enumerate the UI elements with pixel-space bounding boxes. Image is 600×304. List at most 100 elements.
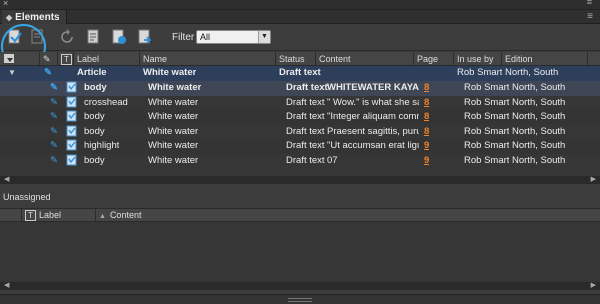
row-status: Draft text	[286, 96, 325, 108]
collapse-diamond-icon: ◆	[6, 12, 13, 22]
tab-elements[interactable]: ◆ Elements	[2, 10, 67, 24]
horizontal-scrollbar[interactable]: ◀ ▶	[0, 176, 600, 184]
toolbar: Filter : All ▼	[0, 24, 600, 69]
article-name: White water	[143, 67, 197, 78]
row-page-link[interactable]: 9	[424, 154, 429, 169]
refresh-icon[interactable]	[58, 28, 76, 46]
row-status: Draft text	[286, 82, 328, 93]
column-content[interactable]: Content	[316, 52, 414, 66]
pencil-icon[interactable]: ✎	[44, 66, 52, 81]
unassigned-list	[0, 222, 600, 282]
row-in-use-by: Rob Smart	[464, 82, 510, 93]
close-icon[interactable]: ×	[3, 0, 8, 8]
row-label: crosshead	[84, 96, 128, 108]
row-page-link[interactable]: 9	[424, 139, 429, 154]
detach-content-icon[interactable]	[28, 28, 46, 46]
unassigned-header-row: T Label ▲ Content	[0, 208, 600, 223]
document-list-icon[interactable]	[84, 28, 102, 46]
row-label: body	[84, 111, 105, 122]
table-row[interactable]: ✎ body White water Draft text Praesent s…	[0, 125, 600, 140]
row-status: Draft text	[286, 140, 325, 151]
pencil-icon[interactable]: ✎	[50, 125, 58, 140]
table-row[interactable]: ✎ body White water Draft text 07 9 Rob S…	[0, 154, 600, 169]
article-in-use-by: Rob Smart	[457, 67, 503, 78]
pencil-icon[interactable]: ✎	[50, 96, 58, 111]
row-edition: North, South	[512, 154, 566, 166]
filter-value: All	[200, 32, 211, 42]
article-row[interactable]: ▼ ✎ Article White water Draft text Rob S…	[0, 66, 600, 81]
row-page-link[interactable]: 8	[424, 125, 429, 140]
pencil-icon[interactable]: ✎	[50, 81, 58, 96]
expand-triangle-icon[interactable]: ▼	[8, 66, 16, 81]
row-content: "Ut accumsan erat ligul...	[327, 140, 419, 151]
filter-select[interactable]: All ▼	[196, 30, 271, 44]
row-content: "Integer aliquam comm...	[327, 111, 419, 122]
row-status: Draft text	[286, 154, 325, 166]
row-in-use-by: Rob Smart	[464, 111, 510, 122]
row-label: body	[84, 82, 107, 93]
row-edition: North, South	[512, 125, 566, 137]
panel-options-icon[interactable]: ≡	[587, 11, 593, 22]
type-column-icon[interactable]: T	[58, 52, 74, 66]
row-page-link[interactable]: 8	[424, 110, 429, 125]
table-row[interactable]: ✎ body White water Draft text "Integer a…	[0, 110, 600, 125]
column-page[interactable]: Page	[414, 52, 454, 66]
row-label: body	[84, 125, 105, 137]
row-content: WHITEWATER KAYAKING	[327, 82, 419, 93]
panel-titlebar: × ≡	[0, 0, 600, 10]
scroll-left-arrow-icon[interactable]: ◀	[4, 281, 9, 289]
row-status: Draft text	[286, 125, 325, 137]
column-name[interactable]: Name	[140, 52, 276, 66]
table-row[interactable]: ✎ crosshead White water Draft text " Wow…	[0, 96, 600, 111]
pencil-icon[interactable]: ✎	[50, 154, 58, 169]
row-page-link[interactable]: 8	[424, 81, 429, 96]
row-edition: North, South	[512, 96, 566, 108]
pencil-icon[interactable]: ✎	[50, 139, 58, 154]
check-out-icon[interactable]	[136, 28, 154, 46]
article-edition: North, South	[505, 67, 559, 78]
pencil-icon[interactable]: ✎	[50, 110, 58, 125]
row-name: White water	[148, 154, 199, 166]
text-frame-icon	[66, 154, 78, 172]
panel-footer	[0, 294, 600, 304]
scroll-right-arrow-icon[interactable]: ▶	[591, 175, 596, 183]
chevron-down-icon: ▼	[258, 31, 270, 43]
column-header-spacer	[0, 209, 22, 223]
unassigned-column-content[interactable]: ▲ Content	[96, 209, 596, 223]
type-column-icon[interactable]: T	[22, 209, 36, 223]
check-in-icon[interactable]	[110, 28, 128, 46]
row-name: White water	[148, 140, 199, 151]
tab-elements-label: Elements	[15, 11, 60, 23]
row-edition: North, South	[512, 82, 566, 93]
row-page-link[interactable]: 8	[424, 96, 429, 111]
column-label[interactable]: Label	[74, 52, 140, 66]
row-status: Draft text	[286, 111, 325, 122]
row-content: " Wow." is what she said...	[327, 96, 419, 108]
place-content-icon[interactable]	[6, 28, 24, 46]
scroll-left-arrow-icon[interactable]: ◀	[4, 175, 9, 183]
row-in-use-by: Rob Smart	[464, 140, 510, 151]
scroll-right-arrow-icon[interactable]: ▶	[591, 281, 596, 289]
unassigned-column-label[interactable]: Label	[36, 209, 96, 223]
resize-grip-icon[interactable]	[288, 298, 312, 302]
pencil-column-icon[interactable]: ✎	[40, 52, 58, 66]
row-content: 07	[327, 154, 338, 166]
row-name: White water	[148, 82, 202, 93]
article-label: Article	[77, 67, 107, 78]
row-label: body	[84, 154, 105, 166]
row-edition: North, South	[512, 111, 566, 122]
panel-menu-icon[interactable]: ≡	[587, 0, 592, 7]
row-name: White water	[148, 125, 199, 137]
table-row[interactable]: ✎ highlight White water Draft text "Ut a…	[0, 139, 600, 154]
row-in-use-by: Rob Smart	[464, 96, 510, 108]
article-status: Draft text	[279, 67, 321, 78]
column-edition[interactable]: Edition	[502, 52, 588, 66]
table-row[interactable]: ✎ body White water Draft text WHITEWATER…	[0, 81, 600, 96]
panel-tabbar: ◆ Elements ≡	[0, 10, 600, 24]
column-header-icon[interactable]	[0, 52, 40, 66]
row-in-use-by: Rob Smart	[464, 154, 510, 166]
horizontal-scrollbar-unassigned[interactable]: ◀ ▶	[0, 282, 600, 290]
column-status[interactable]: Status	[276, 52, 316, 66]
column-in-use-by[interactable]: In use by	[454, 52, 502, 66]
row-label: highlight	[84, 140, 120, 151]
